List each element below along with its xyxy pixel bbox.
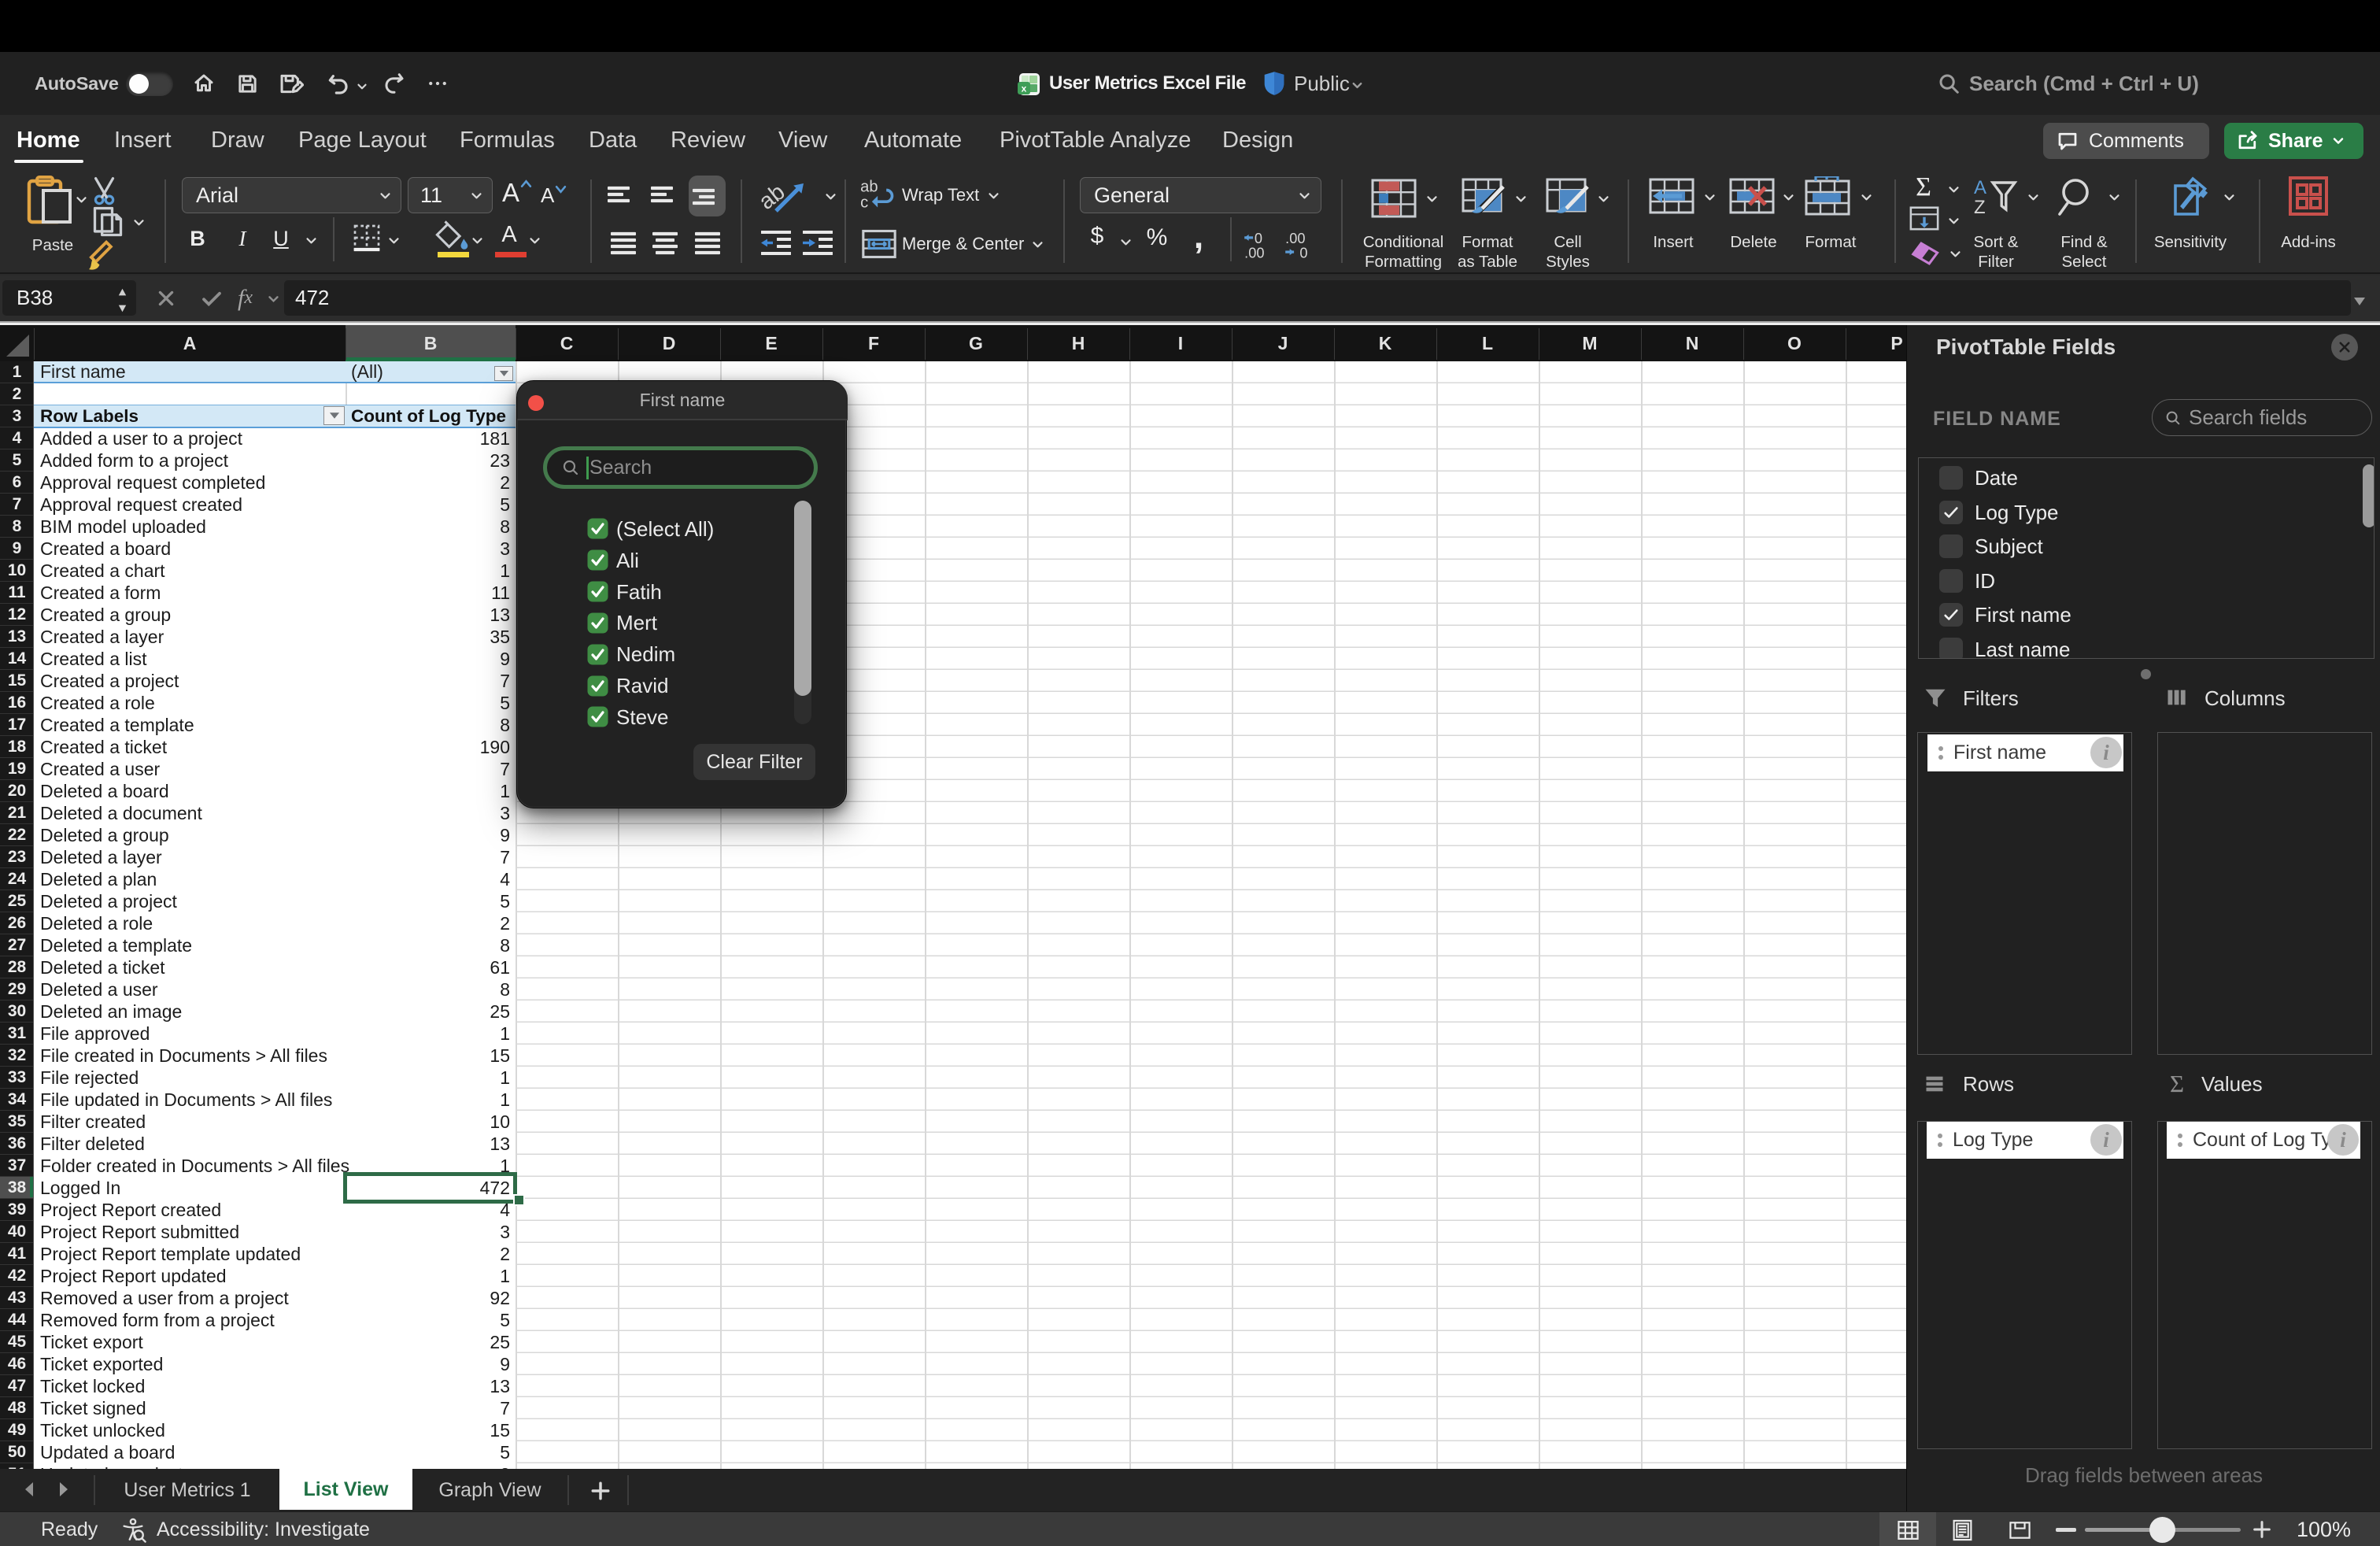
svg-text:0: 0 bbox=[1255, 231, 1262, 246]
svg-text:.00: .00 bbox=[1285, 231, 1305, 246]
svg-text:.00: .00 bbox=[1244, 245, 1264, 261]
svg-text:0: 0 bbox=[1299, 245, 1307, 261]
svg-text:A: A bbox=[1974, 177, 1986, 198]
svg-text:x: x bbox=[1022, 83, 1027, 94]
svg-text:Z: Z bbox=[1974, 197, 1986, 217]
svg-text:c: c bbox=[860, 194, 868, 212]
svg-text:ab: ab bbox=[860, 178, 878, 195]
